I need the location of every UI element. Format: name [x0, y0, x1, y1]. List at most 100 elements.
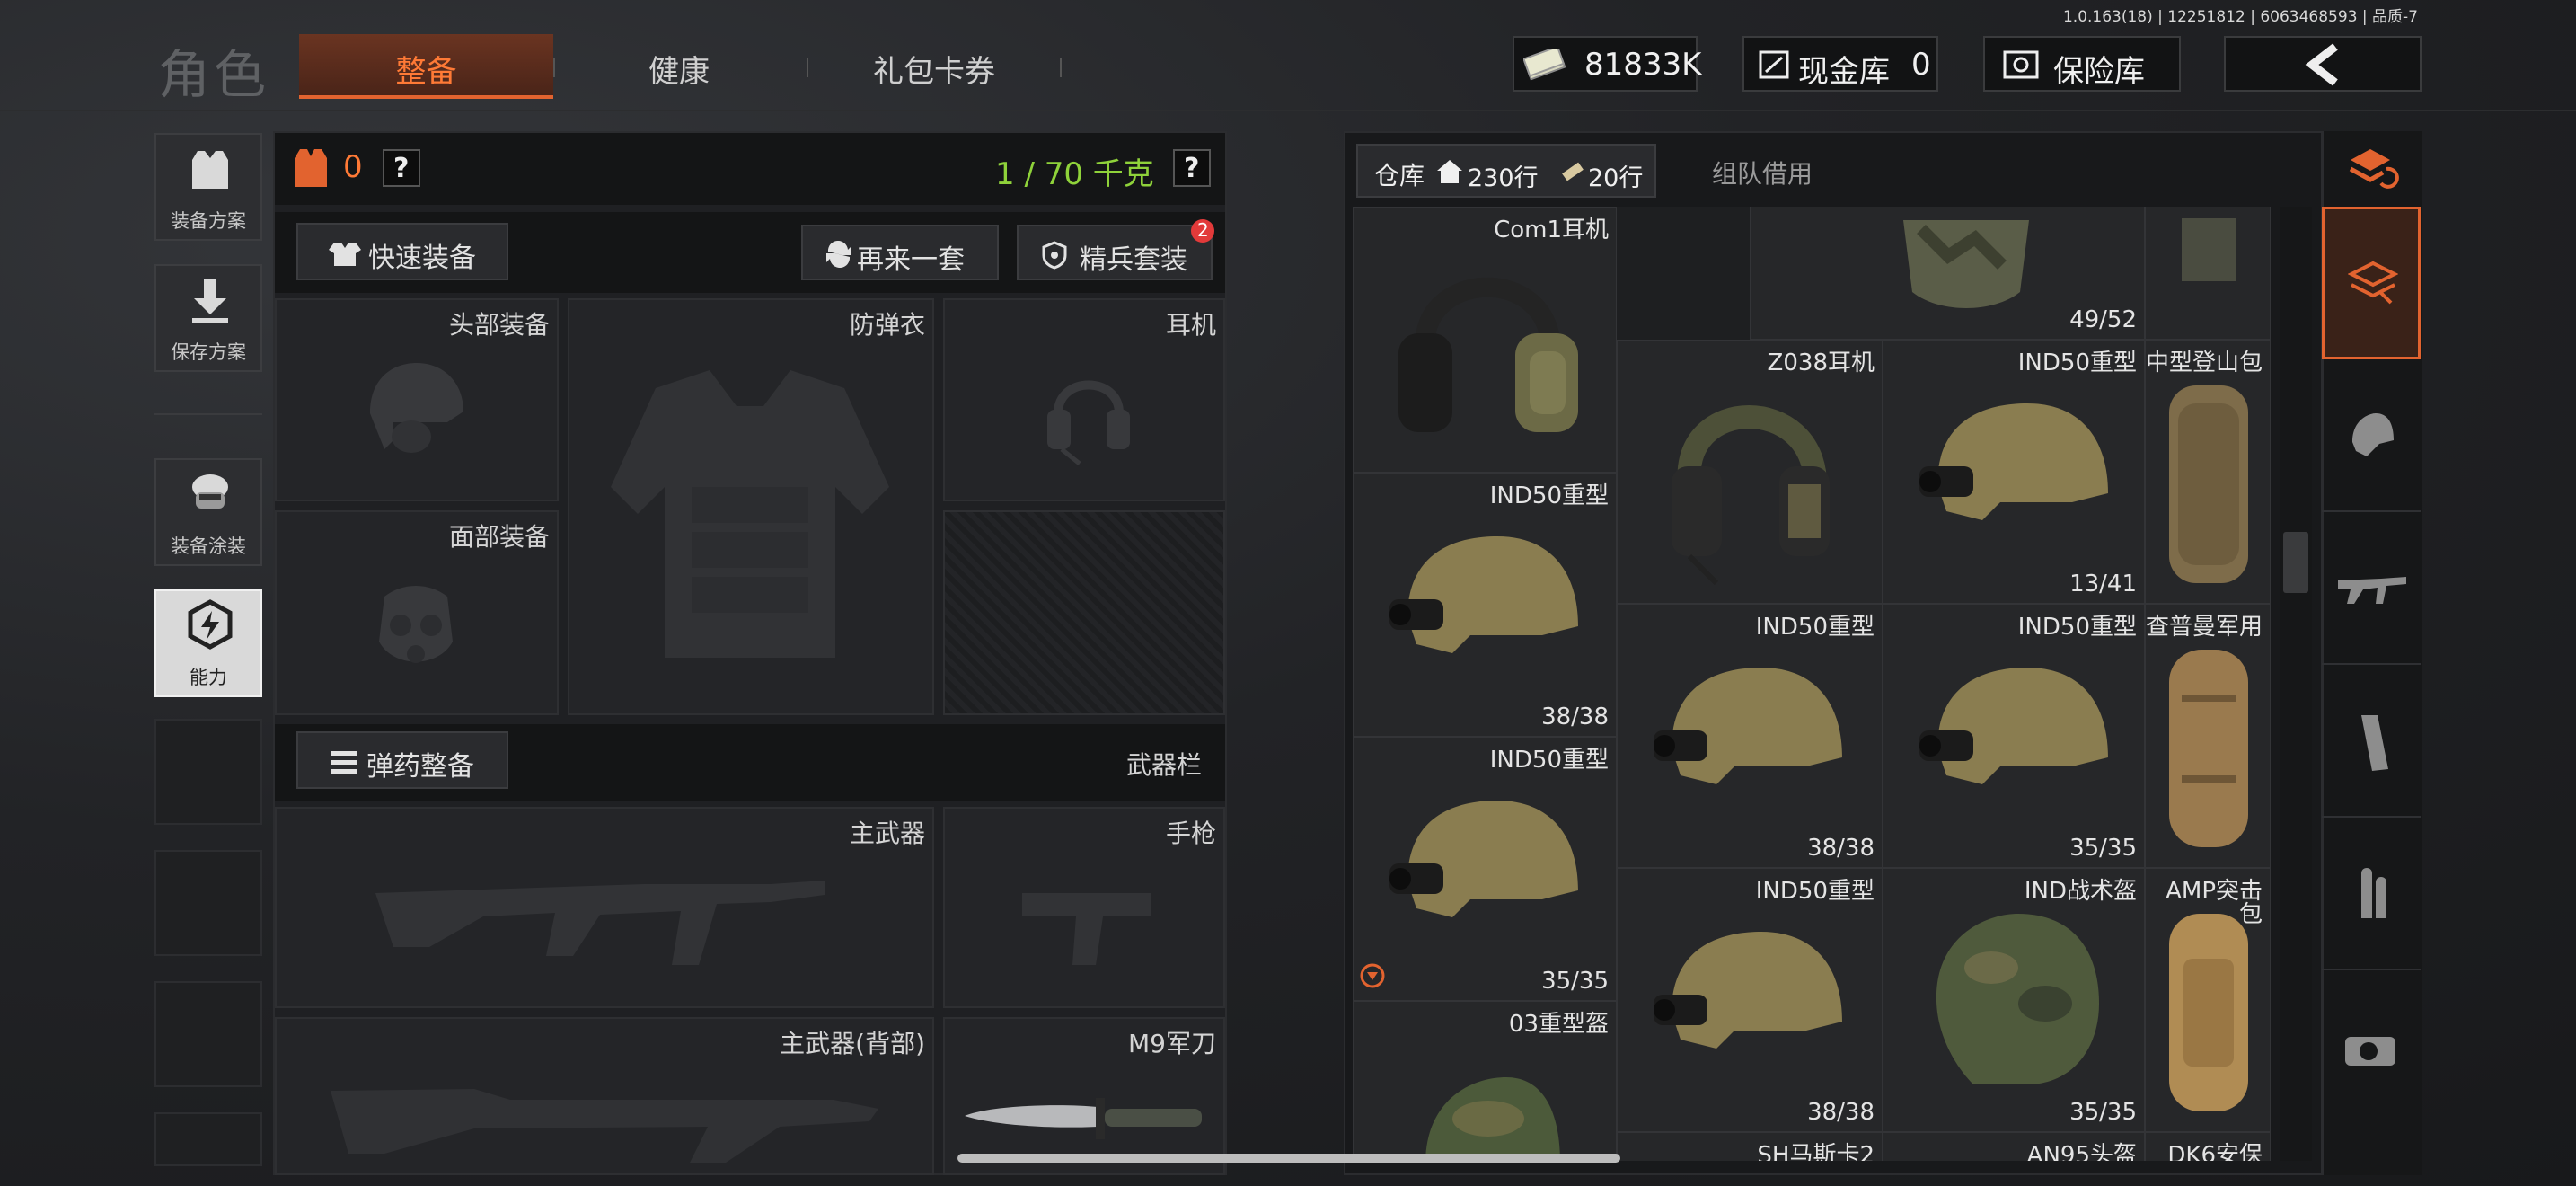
inventory-item[interactable]: IND50重型 38/38: [1353, 473, 1617, 737]
back-arrow-icon: [2305, 43, 2338, 86]
ability-button[interactable]: 能力: [154, 589, 262, 697]
inventory-item[interactable]: IND50重型 38/38: [1617, 868, 1883, 1132]
page-title: 角色: [158, 44, 270, 105]
inventory-item[interactable]: IND50重型 35/35: [1883, 604, 2145, 868]
item-count: 35/35: [1541, 968, 1609, 995]
inventory-item[interactable]: 查普曼军用: [2145, 604, 2271, 868]
inventory-item[interactable]: [2145, 207, 2271, 340]
grid-scroll-track[interactable]: [2280, 207, 2312, 1161]
again-label: 再来一套: [857, 244, 965, 276]
pistol-slot[interactable]: 手枪: [943, 807, 1225, 1008]
team-borrow-tab[interactable]: 组队借用: [1712, 155, 1813, 190]
earphone-slot-label: 耳机: [1165, 310, 1216, 340]
inventory-item[interactable]: IND50重型 13/41: [1883, 340, 2145, 604]
again-button[interactable]: 再来一套: [801, 225, 999, 280]
marked-icon: [1360, 963, 1385, 988]
quick-equip-label: 快速装备: [368, 243, 476, 274]
item-name: DK6安保: [2167, 1142, 2263, 1161]
pistol-icon: [1022, 893, 1151, 965]
cash-vault-count: 0: [1911, 47, 1931, 83]
category-optic-tab[interactable]: [2322, 972, 2421, 1123]
inventory-item[interactable]: IND50重型 38/38: [1617, 604, 1883, 868]
armor-count: 0: [343, 149, 363, 185]
inventory-item[interactable]: Com1耳机: [1353, 207, 1617, 473]
ammo-equip-button[interactable]: 弹药整备: [296, 731, 508, 789]
inventory-item[interactable]: AN95头盔: [1883, 1132, 2145, 1161]
ammo-equip-label: 弹药整备: [366, 751, 474, 783]
layers-icon: [2348, 261, 2398, 305]
item-name: 中型登山包: [2146, 350, 2263, 376]
category-ammo-tab[interactable]: [2322, 819, 2421, 970]
item-name: AN95头盔: [2026, 1142, 2137, 1161]
skin-button[interactable]: 装备涂装: [154, 458, 262, 566]
inventory-item[interactable]: IND战术盔 35/35: [1883, 868, 2145, 1132]
tab-health[interactable]: 健康: [648, 47, 710, 91]
home-indicator[interactable]: [957, 1154, 1620, 1163]
primary-weapon-slot[interactable]: 主武器: [275, 807, 934, 1008]
headset-icon: [1047, 380, 1130, 465]
inventory-item[interactable]: 49/52: [1750, 207, 2145, 340]
helmet-icon: [370, 363, 463, 453]
loadout-plan-button[interactable]: 装备方案: [154, 133, 262, 241]
elite-set-button[interactable]: 精兵套装: [1017, 225, 1213, 280]
tab-equip-label: 整备: [395, 54, 457, 90]
category-magazine-tab[interactable]: [2322, 667, 2421, 818]
weapon-bar-label: 武器栏: [1126, 750, 1203, 780]
category-sort-button[interactable]: [2322, 131, 2421, 205]
version-info: 1.0.163(18) | 12251812 | 6063468593 | 品质…: [2062, 8, 2418, 26]
home-icon: [1437, 160, 1462, 183]
helmet-icon: [1389, 536, 1578, 653]
vest-slot[interactable]: 防弹衣: [568, 298, 934, 715]
locked-slot: [943, 510, 1225, 715]
category-weapon-tab[interactable]: [2322, 514, 2421, 665]
tab-divider: [1060, 58, 1062, 77]
save-plan-button[interactable]: 保存方案: [154, 264, 262, 372]
rifle-icon: [2338, 577, 2406, 604]
grid-scrollbar-thumb[interactable]: [2283, 532, 2308, 593]
empty-slot: [154, 1112, 262, 1166]
category-all-tab[interactable]: [2322, 207, 2421, 359]
warehouse-tab-label: 仓库: [1374, 161, 1425, 190]
inventory-item[interactable]: Z038耳机: [1617, 340, 1883, 604]
rifle-back-icon: [331, 1089, 878, 1163]
vest-slot-label: 防弹衣: [849, 310, 925, 340]
help-button[interactable]: ?: [383, 149, 420, 187]
item-name: IND50重型: [1489, 482, 1609, 509]
inventory-item[interactable]: 中型登山包: [2145, 340, 2271, 604]
back-button[interactable]: [2224, 36, 2422, 92]
tab-equip[interactable]: 整备: [299, 34, 553, 99]
item-name: IND50重型: [2017, 350, 2137, 376]
warehouse-tab[interactable]: 仓库 230行 20行: [1356, 144, 1656, 198]
soldier-icon: [192, 474, 228, 509]
face-slot[interactable]: 面部装备: [275, 510, 559, 715]
category-helmet-tab[interactable]: [2322, 361, 2421, 512]
helmet-icon: [1389, 801, 1578, 917]
head-slot[interactable]: 头部装备: [275, 298, 559, 501]
head-slot-label: 头部装备: [448, 310, 550, 340]
helmet-icon: [1654, 668, 1842, 784]
inventory-item[interactable]: AMP突击 包: [2145, 868, 2271, 1132]
inventory-item[interactable]: 03重型盔: [1353, 1001, 1617, 1161]
grid-empty: [1617, 207, 1750, 340]
backpack-icon: [1903, 220, 2029, 308]
quick-equip-button[interactable]: 快速装备: [296, 223, 508, 280]
knife-slot[interactable]: M9军刀: [943, 1017, 1225, 1175]
armor-icon: [295, 149, 327, 187]
safe-icon: [2003, 50, 2039, 79]
shirt-icon: [329, 243, 361, 266]
earphone-slot[interactable]: 耳机: [943, 298, 1225, 501]
stack-refresh-icon: [2349, 149, 2399, 189]
knife-icon: [965, 1098, 1202, 1139]
vest-icon: [192, 151, 228, 189]
back-weapon-slot[interactable]: 主武器(背部): [275, 1017, 934, 1175]
item-name: 03重型盔: [1508, 1011, 1609, 1038]
inventory-item[interactable]: SH马斯卡2: [1617, 1132, 1883, 1161]
currency-display[interactable]: 81833K: [1513, 36, 1701, 92]
cash-vault-button[interactable]: 现金库 0: [1742, 36, 1938, 92]
weight-help-button[interactable]: ?: [1173, 149, 1211, 187]
safe-button[interactable]: 保险库: [1983, 36, 2181, 92]
inventory-item[interactable]: DK6安保: [2145, 1132, 2271, 1161]
tab-gift[interactable]: 礼包卡券: [873, 47, 995, 91]
menu-divider: [154, 413, 262, 415]
inventory-item[interactable]: IND50重型 35/35: [1353, 737, 1617, 1001]
